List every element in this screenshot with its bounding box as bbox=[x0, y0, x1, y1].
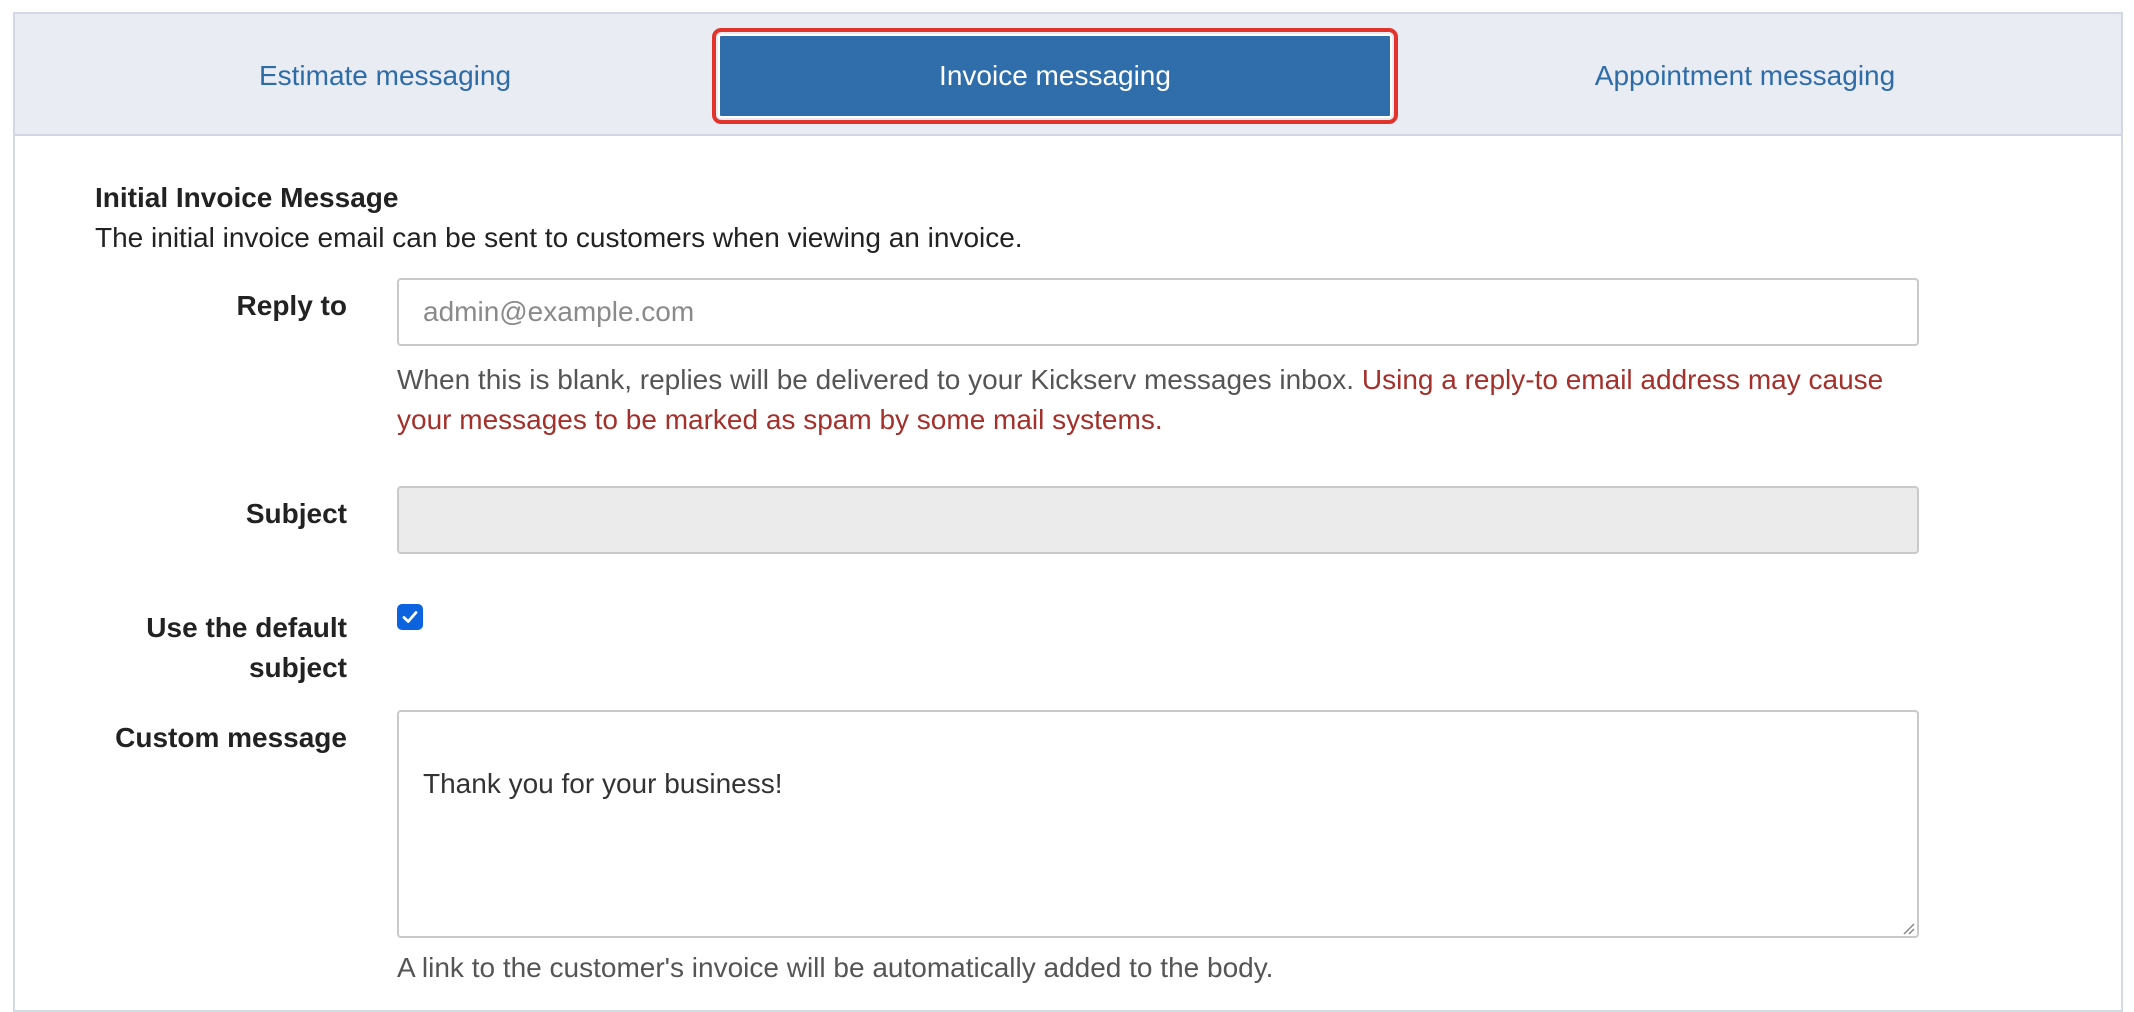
subject-label: Subject bbox=[245, 498, 347, 529]
reply-to-input[interactable] bbox=[397, 278, 1919, 346]
reply-to-help-text: When this is blank, replies will be deli… bbox=[397, 364, 1362, 395]
tab-estimate-messaging[interactable]: Estimate messaging bbox=[15, 34, 755, 118]
section-title: Initial Invoice Message bbox=[95, 182, 399, 213]
custom-message-label: Custom message bbox=[115, 722, 347, 753]
default-subject-label: Use the default subject bbox=[146, 612, 347, 683]
messaging-panel: Estimate messaging Invoice messaging App… bbox=[13, 12, 2123, 1012]
tab-appointment-messaging[interactable]: Appointment messaging bbox=[1375, 34, 2115, 118]
reply-to-help: When this is blank, replies will be deli… bbox=[397, 360, 1919, 440]
checkmark-icon bbox=[402, 611, 418, 623]
subject-input[interactable] bbox=[397, 486, 1919, 554]
reply-to-label: Reply to bbox=[236, 290, 347, 321]
resize-grip-icon[interactable] bbox=[1899, 919, 1915, 935]
tab-invoice-messaging[interactable]: Invoice messaging bbox=[712, 28, 1398, 124]
custom-message-help: A link to the customer's invoice will be… bbox=[397, 952, 1274, 983]
messaging-tab-bar: Estimate messaging Invoice messaging App… bbox=[15, 14, 2121, 136]
default-subject-checkbox[interactable] bbox=[397, 604, 423, 630]
custom-message-textarea[interactable]: Thank you for your business! bbox=[397, 710, 1919, 938]
section-description: The initial invoice email can be sent to… bbox=[95, 222, 1023, 253]
